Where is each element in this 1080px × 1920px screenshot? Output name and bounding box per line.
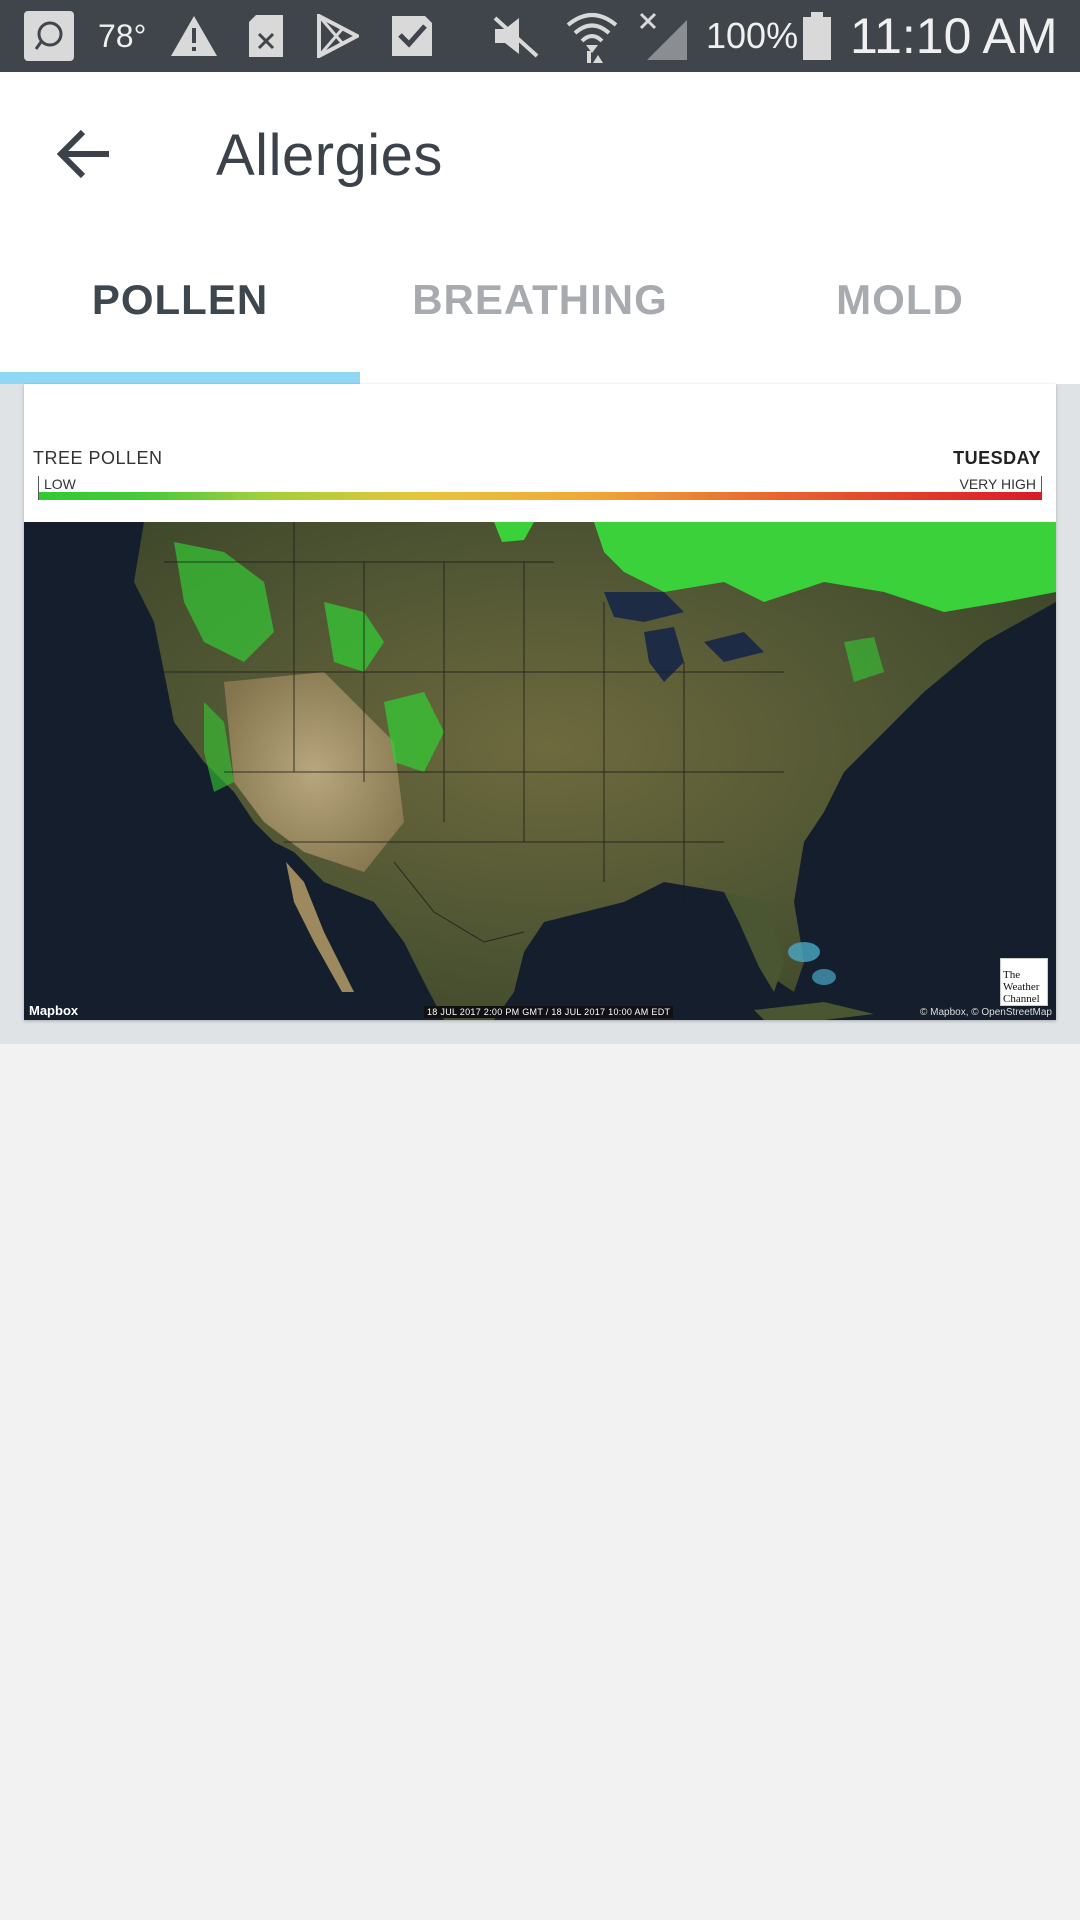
clock-text: 11:10 AM <box>850 8 1058 64</box>
map-attribution[interactable]: © Mapbox, © OpenStreetMap <box>920 1007 1052 1018</box>
mute-icon <box>490 0 542 72</box>
weather-channel-logo: The Weather Channel <box>1000 958 1048 1006</box>
tab-breathing-label: BREATHING <box>412 276 668 323</box>
scale-gradient-bar <box>39 492 1041 500</box>
tab-mold[interactable]: MOLD <box>720 234 1080 384</box>
warning-icon <box>168 0 220 72</box>
pollen-map[interactable]: Mapbox 18 JUL 2017 2:00 PM GMT / 18 JUL … <box>24 522 1056 1020</box>
app-bar: Allergies <box>0 72 1080 234</box>
sync-icon <box>22 0 76 72</box>
map-image <box>24 522 1056 1020</box>
tab-pollen[interactable]: POLLEN <box>0 234 360 384</box>
map-timestamp: 18 JUL 2017 2:00 PM GMT / 18 JUL 2017 10… <box>424 1006 674 1018</box>
battery-icon <box>800 0 834 72</box>
back-button[interactable] <box>48 118 120 190</box>
tab-pollen-label: POLLEN <box>91 276 269 323</box>
status-bar: 78° 100% 11:10 AM <box>0 0 1080 72</box>
arrow-left-icon <box>57 129 109 179</box>
active-tab-indicator <box>0 372 360 384</box>
no-signal-icon <box>636 0 690 72</box>
scale-high-label: VERY HIGH <box>959 476 1036 492</box>
temperature-text: 78° <box>98 17 147 54</box>
pollen-scale: LOW VERY HIGH <box>38 476 1042 500</box>
check-icon <box>390 0 434 72</box>
forecast-day: TUESDAY <box>953 448 1041 468</box>
battery-percent-text: 100% <box>706 15 799 56</box>
sd-card-x-icon <box>246 0 286 72</box>
pollen-map-card: TREE POLLEN TUESDAY LOW VERY HIGH Mapbox… <box>24 384 1056 1020</box>
wifi-icon <box>564 0 620 72</box>
play-store-icon <box>316 0 360 72</box>
mapbox-logo-text: Mapbox <box>29 1003 79 1018</box>
tab-bar: POLLEN BREATHING MOLD <box>0 234 1080 384</box>
tab-mold-label: MOLD <box>836 276 964 323</box>
page-title: Allergies <box>216 123 443 188</box>
scale-low-label: LOW <box>44 476 76 492</box>
legend-title: TREE POLLEN <box>33 448 163 468</box>
tab-breathing[interactable]: BREATHING <box>360 234 720 384</box>
